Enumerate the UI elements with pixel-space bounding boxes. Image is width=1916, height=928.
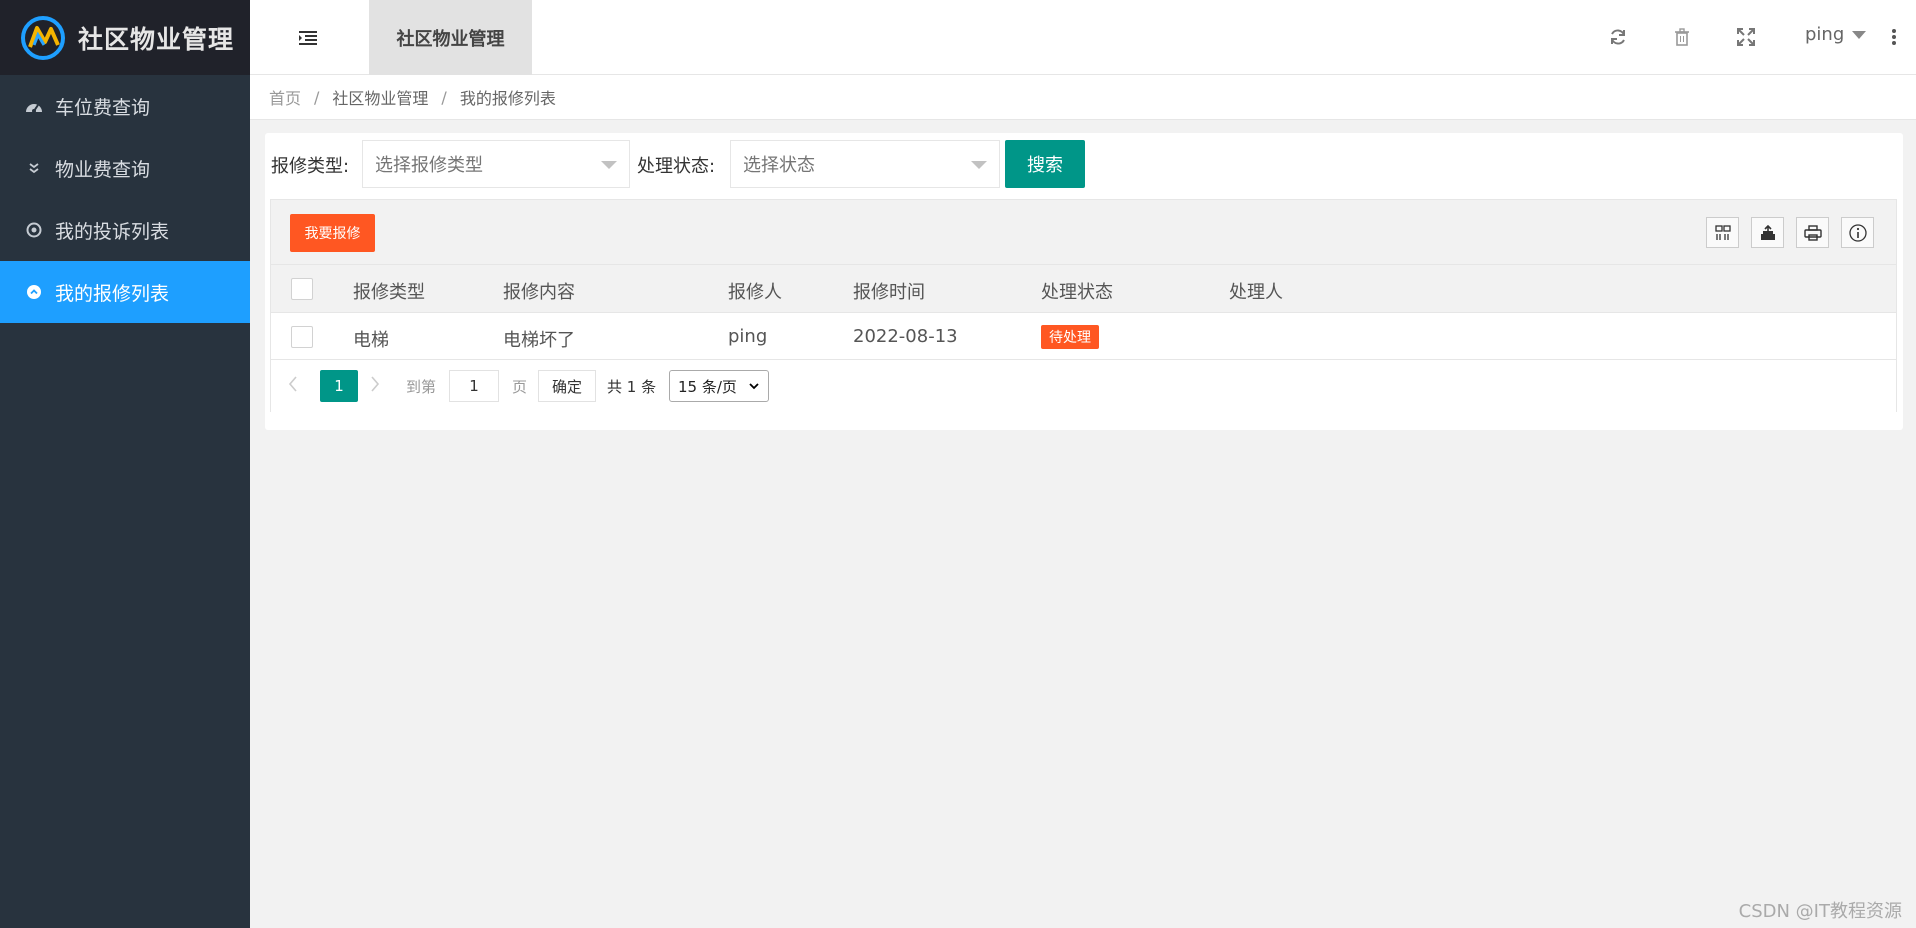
repair-type-label: 报修类型:	[271, 156, 350, 177]
goto-label: 到第	[406, 378, 437, 396]
chevron-down-icon	[749, 383, 759, 390]
columns-icon[interactable]	[1706, 217, 1739, 248]
sidebar-item-complaints[interactable]: 我的投诉列表	[0, 199, 250, 261]
column-header[interactable]: 报修时间	[853, 278, 925, 304]
table-toolbar: 我要报修	[271, 200, 1896, 265]
cell-repair-time: 2022-08-13	[853, 326, 958, 347]
prev-page-icon[interactable]	[285, 374, 301, 394]
add-repair-button[interactable]: 我要报修	[290, 214, 375, 252]
select-all-checkbox[interactable]	[291, 278, 313, 300]
status-badge: 待处理	[1041, 325, 1099, 349]
page-size-value: 15 条/页	[678, 377, 737, 396]
export-icon[interactable]	[1751, 217, 1784, 248]
logo-icon	[21, 15, 65, 60]
current-page[interactable]: 1	[320, 370, 358, 402]
row-checkbox[interactable]	[291, 326, 313, 348]
print-icon[interactable]	[1796, 217, 1829, 248]
sidebar-item-property-fee[interactable]: 物业费查询	[0, 137, 250, 199]
sidebar-item-label: 物业费查询	[55, 158, 151, 181]
column-header[interactable]: 报修类型	[353, 278, 425, 304]
breadcrumb-section[interactable]: 社区物业管理	[332, 85, 428, 109]
target-icon	[25, 221, 43, 239]
sidebar-item-label: 我的投诉列表	[55, 220, 170, 243]
goto-confirm-button[interactable]: 确定	[538, 370, 596, 402]
search-button[interactable]: 搜索	[1005, 140, 1085, 188]
breadcrumb-separator: /	[441, 87, 447, 107]
sidebar-item-parking-fee[interactable]: 车位费查询	[0, 75, 250, 137]
page-label: 页	[512, 378, 528, 396]
breadcrumb: 首页 / 社区物业管理 / 我的报修列表	[250, 75, 1916, 120]
page-size-select[interactable]: 15 条/页	[669, 370, 769, 402]
main-card: 报修类型: 选择报修类型 处理状态: 选择状态 搜索 我要报修 报修类型 报修内…	[265, 133, 1903, 430]
sidebar-item-label: 我的报修列表	[55, 282, 170, 305]
trash-icon[interactable]	[1670, 25, 1694, 49]
next-page-icon[interactable]	[367, 374, 383, 394]
status-label: 处理状态:	[637, 156, 716, 177]
top-header: 社区物业管理 ping	[250, 0, 1916, 75]
cell-repair-content: 电梯坏了	[503, 330, 575, 351]
cell-reporter: ping	[728, 326, 768, 347]
refresh-icon[interactable]	[1606, 25, 1630, 49]
chevron-down-icon	[1852, 30, 1867, 39]
info-icon[interactable]	[1841, 217, 1874, 248]
pagination: 1 到第 1 页 确定 共 1 条 15 条/页	[271, 360, 1896, 412]
user-menu[interactable]: ping	[1805, 24, 1867, 45]
dashboard-icon	[25, 97, 43, 115]
logo[interactable]: 社区物业管理	[0, 0, 250, 75]
table-header: 报修类型 报修内容 报修人 报修时间 处理状态 处理人	[271, 265, 1896, 313]
menu-toggle-icon[interactable]	[295, 25, 321, 51]
tab-community-management[interactable]: 社区物业管理	[369, 0, 532, 75]
cell-repair-type: 电梯	[353, 330, 389, 351]
column-header[interactable]: 处理状态	[1041, 278, 1113, 304]
more-vertical-icon[interactable]	[1882, 25, 1906, 49]
column-header[interactable]: 报修人	[728, 278, 782, 304]
status-placeholder: 选择状态	[743, 155, 815, 176]
status-select[interactable]: 选择状态	[730, 140, 1000, 188]
double-chevron-icon	[25, 159, 43, 177]
repair-type-select[interactable]: 选择报修类型	[362, 140, 630, 188]
sidebar-item-label: 车位费查询	[55, 96, 151, 119]
circle-up-icon	[25, 283, 43, 301]
total-count: 共 1 条	[607, 378, 657, 396]
column-header[interactable]: 处理人	[1229, 278, 1283, 304]
goto-page-input[interactable]: 1	[449, 370, 499, 402]
username: ping	[1805, 24, 1845, 45]
dropdown-arrow-icon	[601, 161, 617, 169]
table-row[interactable]: 电梯 电梯坏了 ping 2022-08-13 待处理	[271, 313, 1896, 360]
column-header[interactable]: 报修内容	[503, 278, 575, 304]
sidebar: 社区物业管理 车位费查询 物业费查询 我的投诉列表 我的报修列表	[0, 0, 250, 928]
fullscreen-icon[interactable]	[1734, 25, 1758, 49]
repair-type-placeholder: 选择报修类型	[375, 155, 483, 176]
breadcrumb-home[interactable]: 首页	[269, 85, 301, 109]
breadcrumb-separator: /	[314, 87, 320, 107]
search-form: 报修类型: 选择报修类型 处理状态: 选择状态 搜索	[265, 140, 1903, 188]
app-title: 社区物业管理	[78, 24, 235, 54]
dropdown-arrow-icon	[971, 161, 987, 169]
watermark: CSDN @IT教程资源	[1738, 901, 1902, 922]
sidebar-item-repairs[interactable]: 我的报修列表	[0, 261, 250, 323]
data-table: 我要报修 报修类型 报修内容 报修人 报修时间 处理状态 处理人 电梯 电梯坏了…	[270, 199, 1897, 412]
breadcrumb-current: 我的报修列表	[459, 89, 556, 108]
